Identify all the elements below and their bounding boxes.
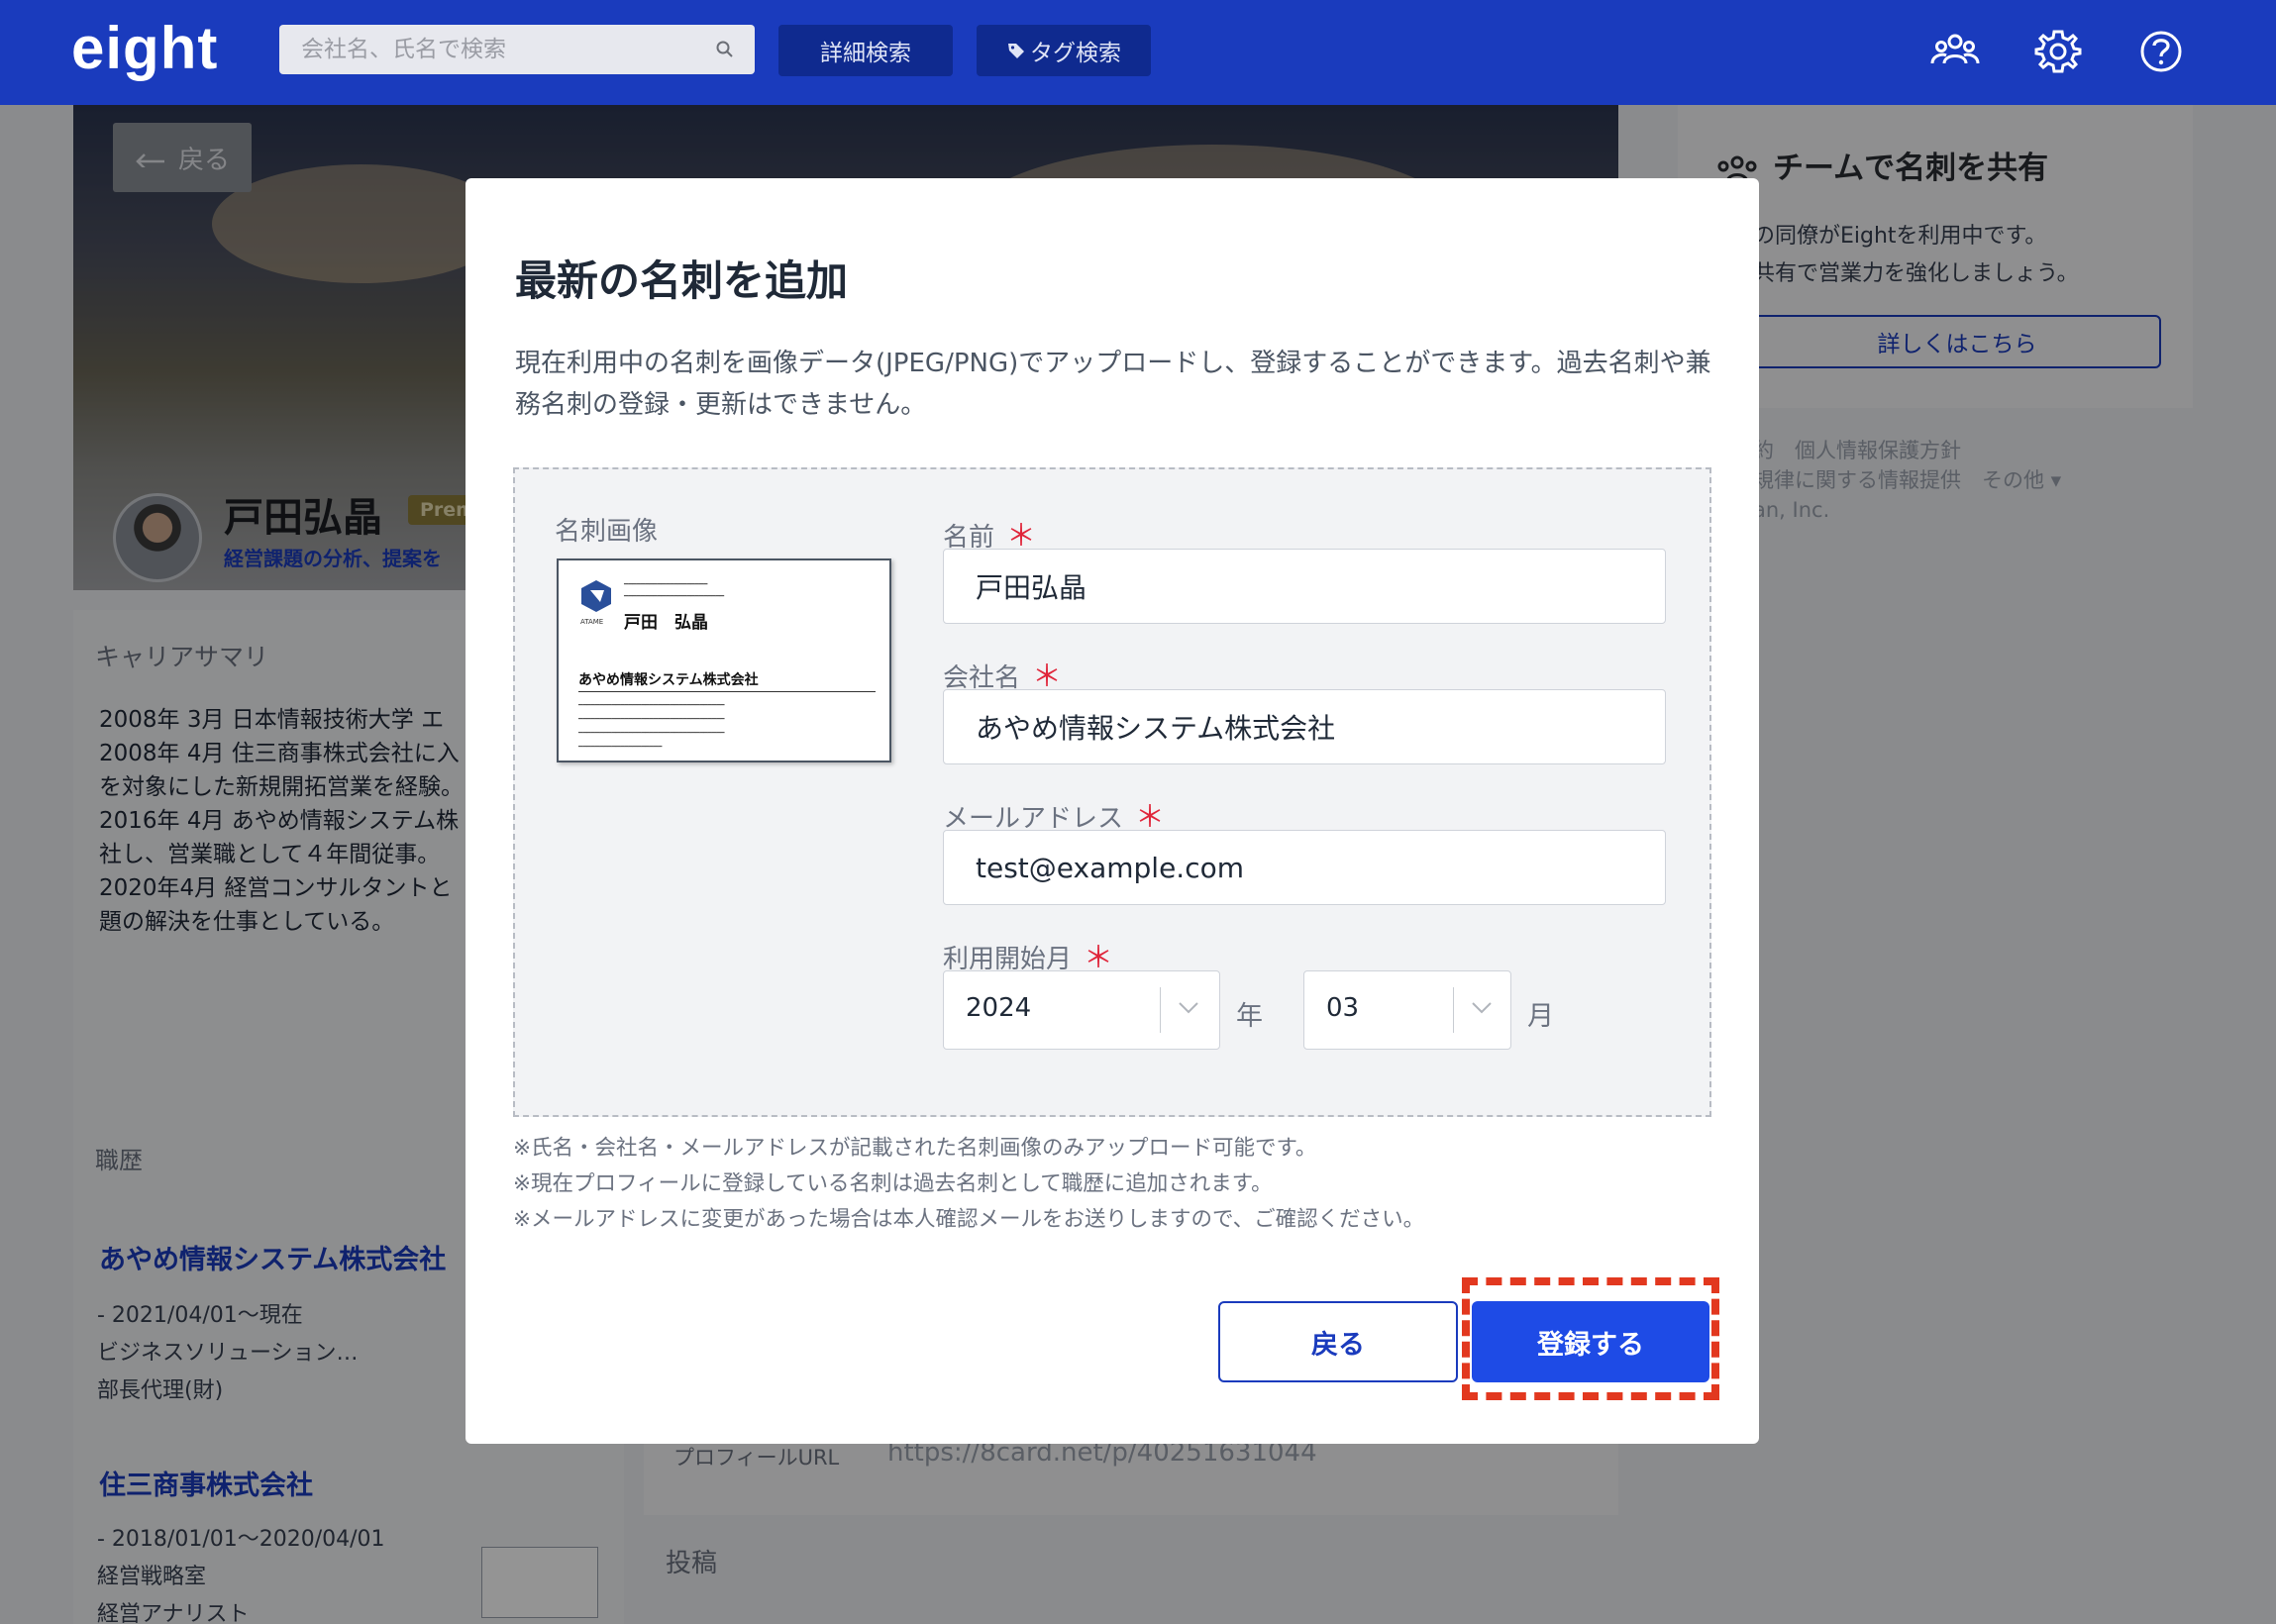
note-line: ※氏名・会社名・メールアドレスが記載された名刺画像のみアップロード可能です。	[513, 1136, 1317, 1161]
card-image-label: 名刺画像	[555, 517, 659, 547]
add-card-modal: 最新の名刺を追加 現在利用中の名刺を画像データ(JPEG/PNG)でアップロード…	[466, 178, 1759, 1444]
business-card-preview[interactable]: ATAME ━━━━━━━━━━━━━━━━━━━━ ━━━━━━━━━━━━━…	[557, 558, 891, 762]
top-navigation-bar: eight 詳細検索 タグ検索	[0, 0, 2276, 105]
year-value: 2024	[966, 993, 1032, 1023]
chevron-down-icon	[1472, 1002, 1492, 1014]
search-input[interactable]	[279, 25, 695, 74]
company-input[interactable]	[943, 689, 1666, 764]
tag-icon	[1008, 44, 1024, 58]
year-select[interactable]: 2024	[943, 970, 1220, 1050]
email-input[interactable]	[943, 830, 1666, 905]
search-box[interactable]	[279, 25, 755, 74]
upload-notes: ※氏名・会社名・メールアドレスが記載された名刺画像のみアップロード可能です。 ※…	[513, 1131, 1424, 1238]
team-icon[interactable]	[1927, 24, 1983, 79]
tag-search-label: タグ検索	[1030, 41, 1121, 66]
eight-logo[interactable]: eight	[71, 14, 218, 82]
modal-description: 現在利用中の名刺を画像データ(JPEG/PNG)でアップロードし、登録することが…	[515, 349, 1711, 420]
register-button[interactable]: 登録する	[1472, 1301, 1709, 1382]
card-company-name: あやめ情報システム株式会社	[578, 672, 759, 688]
modal-back-button[interactable]: 戻る	[1218, 1301, 1458, 1382]
modal-title: 最新の名刺を追加	[515, 256, 849, 305]
card-person-name: 戸田 弘晶	[624, 613, 708, 633]
gear-icon[interactable]	[2030, 24, 2086, 79]
card-brand: ATAME	[580, 618, 604, 626]
note-line: ※メールアドレスに変更があった場合は本人確認メールをお送りしますので、ご確認くだ…	[513, 1207, 1425, 1232]
detail-search-button[interactable]: 詳細検索	[778, 25, 953, 76]
name-input[interactable]	[943, 549, 1666, 624]
chevron-down-icon	[1179, 1002, 1198, 1014]
month-unit: 月	[1527, 1001, 1554, 1032]
help-icon[interactable]	[2133, 24, 2189, 79]
year-unit: 年	[1236, 1001, 1263, 1032]
month-select[interactable]: 03	[1303, 970, 1511, 1050]
atame-logo-icon	[581, 580, 611, 612]
note-line: ※現在プロフィールに登録している名刺は過去名刺として職歴に追加されます。	[513, 1171, 1273, 1196]
month-value: 03	[1326, 993, 1360, 1023]
tag-search-button[interactable]: タグ検索	[977, 25, 1151, 76]
search-icon[interactable]	[715, 40, 735, 59]
